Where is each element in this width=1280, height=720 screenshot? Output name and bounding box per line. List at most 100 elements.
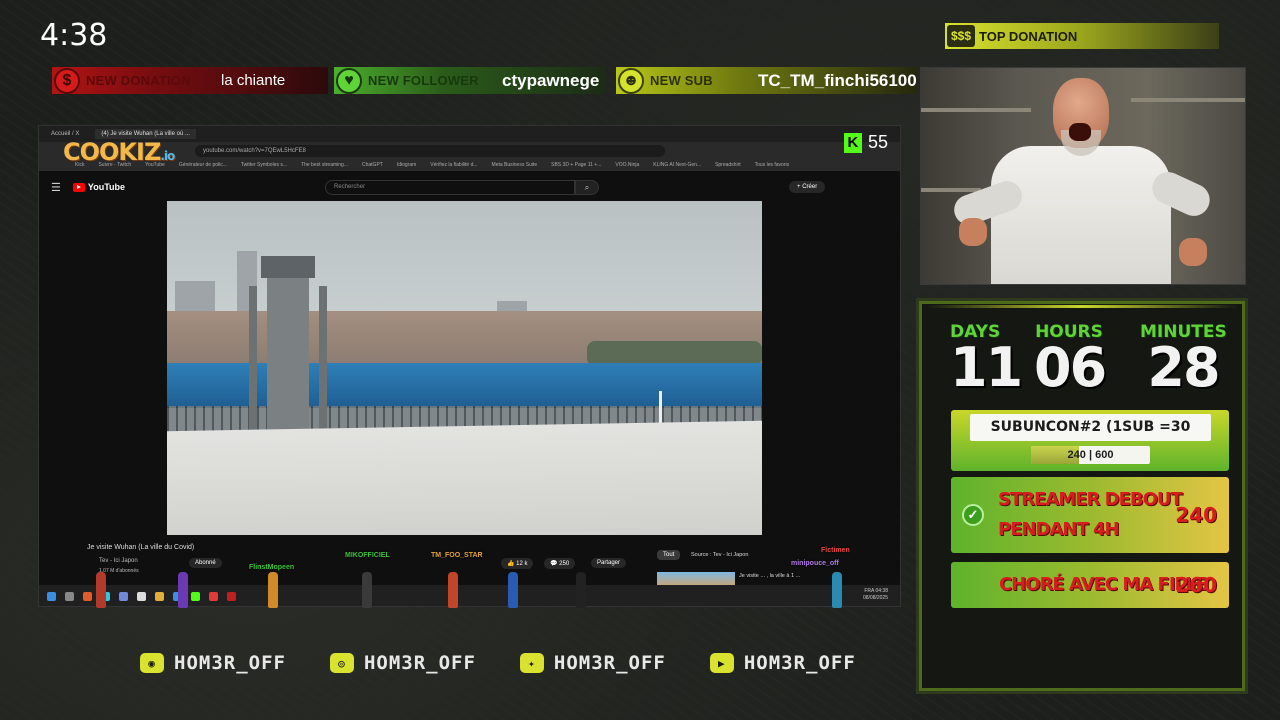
recommended-title[interactable]: Je visite ... , la ville à 1 ... [739,573,819,579]
like-button[interactable]: 👍 12 k [501,558,534,569]
chat-sprite [448,572,458,608]
video-player[interactable] [167,201,762,535]
taskbar-app-icon[interactable] [155,591,164,601]
bookmark[interactable]: Twitter Symboles s... [241,162,287,168]
taskbar-app-icon[interactable] [191,591,200,601]
goal-points: 260 [1175,573,1217,597]
kitchen-shelf [921,188,981,192]
taskbar-app-icon[interactable] [227,591,236,601]
filter-source-chip[interactable]: Source : Tev - Ici Japon [691,552,748,558]
cookiz-brand: COOKIZ [63,138,161,166]
recommended-thumbnail[interactable] [657,572,735,586]
panel-glow [926,305,1238,308]
taskbar-app-icon[interactable] [83,591,92,601]
social-twitter[interactable]: ✦ HOM3R_OFF [519,652,666,674]
follower-alert-value: ctypawnege [502,70,600,90]
kick-viewer-count: 55 [867,132,888,152]
bookmark[interactable]: KLING AI Next-Gen... [653,162,701,168]
goal-item: CHORÉ AVEC MA FILLE 260 [951,562,1229,608]
sub-alert-value: TC_TM_finchi56100 [758,70,917,90]
subathon-progress-text: 240 | 600 [1067,449,1114,461]
chat-sprite [268,572,278,608]
chef-hand [959,218,987,246]
chat-name: TM_FOO_STAR [431,552,483,559]
bookmark[interactable]: Meta Business Suite [492,162,538,168]
bookmark[interactable]: VOO.Ninja [615,162,639,168]
social-youtube[interactable]: ▶ HOM3R_OFF [709,652,856,674]
channel-name[interactable]: Tev - Ici Japon [99,558,138,564]
tray-lang: FRA [864,588,875,594]
tower-post [319,286,327,436]
subathon-progress-bar: 240 | 600 [1031,446,1150,464]
chef-mouth [1069,123,1091,141]
chat-name: FlinstMopeen [249,564,295,571]
subscribed-button[interactable]: Abonné [189,558,222,568]
chef-fist [1179,238,1207,266]
screen-capture: Accueil / X (4) Je visite Wuhan (La vill… [38,125,901,607]
tray-time: 04:38 [875,588,888,594]
social-handle: HOM3R_OFF [174,652,286,674]
video-title: Je visite Wuhan (La ville du Covid) [87,544,195,551]
taskbar-app-icon[interactable] [65,591,74,601]
tower-cap [261,256,315,278]
top-donation-banner: $$$ TOP DONATION [945,23,1219,49]
youtube-logo[interactable]: YouTube [72,182,126,192]
bookmark[interactable]: Vérifiez la fiabilité d... [430,162,477,168]
youtube-icon: ▶ [709,653,734,673]
bookmark[interactable]: Idiogram [397,162,416,168]
timer-minutes-value: 28 [1147,336,1220,399]
chat-name: MIKOFFICIEL [345,552,390,559]
windows-start-icon[interactable] [47,591,56,601]
discord-taskbar-icon[interactable] [119,591,128,601]
donation-alert: $ NEW DONATION la chiante [52,67,328,94]
social-links: ◉ HOM3R_OFF ◎ HOM3R_OFF ✦ HOM3R_OFF ▶ HO… [140,652,856,674]
social-handle: HOM3R_OFF [363,652,476,674]
social-discord[interactable]: ◉ HOM3R_OFF [140,652,286,674]
top-donation-label: TOP DONATION [979,28,1078,44]
create-button[interactable]: + Créer [789,181,826,193]
chat-sprite [178,572,188,608]
tower-post [249,286,257,436]
hamburger-icon[interactable]: ☰ [51,181,61,194]
bookmark[interactable]: Spreadshirt [715,162,741,168]
heart-icon: ♥ [336,68,362,94]
video-watchtower [249,256,327,438]
social-handle: HOM3R_OFF [743,652,856,674]
bookmark[interactable]: ChatGPT [362,162,383,168]
share-button[interactable]: Partager [591,558,627,568]
chat-sprite [96,572,106,608]
donation-alert-value: la chiante [221,72,286,89]
video-wall [167,420,762,535]
taskbar-app-icon[interactable] [209,591,218,601]
bookmark[interactable]: The best streaming... [301,162,348,168]
goal-name-line: PENDANT 4H [998,519,1120,540]
bookmark[interactable]: SBS 3D + Page 11 +... [551,162,601,168]
like-count: 12 k [516,561,528,567]
kick-viewers: K 55 [843,132,888,153]
url-input[interactable]: youtube.com/watch?v=7QEwL5HcFE8 [195,144,665,157]
chat-sprite [508,572,518,608]
chat-name: minipouce_off [791,560,839,567]
youtube-play-icon [72,182,85,192]
subathon-title: SUBUNCON#2 (1SUB =30 MIN) [970,414,1211,462]
filter-all-chip[interactable]: Tout [657,550,681,560]
comment-count: 250 [559,561,570,567]
timer-hours-value: 06 [1034,336,1107,399]
comment-button[interactable]: 💬 250 [544,558,576,569]
kitchen-shelf [921,108,1031,112]
windows-taskbar [39,585,900,606]
bookmark[interactable]: Générateur de polic... [179,162,227,168]
youtube-search-input[interactable]: Rechercher [325,179,576,195]
chat-name: Fictimen [821,547,850,554]
bookmark[interactable]: Tous les favoris [755,162,789,168]
search-icon[interactable]: ⌕ [575,179,600,195]
sub-alert: ☻ NEW SUB TC_TM_finchi56100 [616,67,918,94]
chef-jacket [991,146,1171,284]
checkmark-icon: ✓ [962,504,984,526]
taskbar-app-icon[interactable] [137,591,146,601]
goal-points: 240 [1175,503,1217,527]
social-instagram[interactable]: ◎ HOM3R_OFF [329,652,476,674]
youtube-logo-text: YouTube [87,182,126,192]
money-icon: $$$ [947,25,975,47]
tray-date: 08/08/2025 [862,595,888,601]
